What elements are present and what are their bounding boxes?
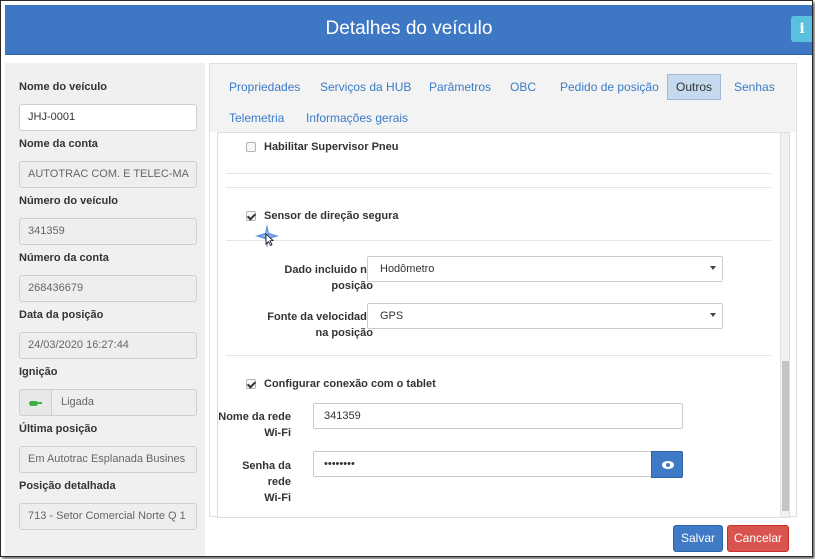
tab-obc[interactable]: OBC [510,80,536,94]
nome-rede-label: Nome da rede Wi-Fi [218,411,291,439]
tab-senhas[interactable]: Senhas [734,80,775,94]
field-label: Número da conta [19,252,109,264]
dialog-window: Detalhes do veículo i Nome do veículo JH… [0,0,813,557]
account-name-value: AUTOTRAC COM. E TELEC-MA [19,161,197,188]
sensor-direcao-checkbox[interactable] [246,211,256,221]
field-label: Posição detalhada [19,480,116,492]
scroll-thumb[interactable] [782,361,789,511]
divider [226,187,771,188]
account-number-value: 268436679 [19,275,197,302]
info-icon[interactable]: i [791,16,812,42]
senha-rede-label: Senha da rede Wi-Fi [242,460,291,504]
field-label: Número do veículo [19,195,119,207]
field-vehicle-name: Nome do veículo JHJ-0001 [19,81,197,131]
last-position-value: Em Autotrac Esplanada Busines [19,446,197,473]
caret-down-icon [710,266,716,270]
key-icon [19,389,51,416]
mouse-cursor-icon [255,224,279,248]
supervisor-pneu-row[interactable]: Habilitar Supervisor Pneu [246,141,398,153]
vehicle-summary-panel: Nome do veículo JHJ-0001 Nome da conta A… [5,63,205,556]
save-button[interactable]: Salvar [673,525,723,552]
field-label: Ignição [19,366,58,378]
vehicle-name-input[interactable]: JHJ-0001 [19,104,197,131]
field-label: Última posição [19,423,98,435]
tab-parametros[interactable]: Parâmetros [429,80,491,94]
outros-tab-content: Habilitar Supervisor Pneu Sensor de dire… [217,132,790,518]
fonte-velocidade-select[interactable]: GPS [367,303,723,329]
supervisor-pneu-checkbox[interactable] [246,142,256,152]
tab-pedido-posicao[interactable]: Pedido de posição [560,80,659,94]
field-account-number: Número da conta 268436679 [19,252,197,302]
field-label: Nome da conta [19,138,98,150]
dialog-header: Detalhes do veículo i [5,5,812,55]
field-label: Nome do veículo [19,81,108,93]
field-label: Data da posição [19,309,104,321]
ignition-group: Ligada [19,389,197,416]
senha-rede-input[interactable]: •••••••• [313,451,652,477]
nome-rede-input[interactable]: 341359 [313,403,683,429]
ignition-value: Ligada [51,389,197,416]
tab-propriedades[interactable]: Propriedades [229,80,300,94]
conexao-tablet-label: Configurar conexão com o tablet [264,378,436,390]
field-position-date: Data da posição 24/03/2020 16:27:44 [19,309,197,359]
caret-down-icon [710,313,716,317]
detailed-position-value: 713 - Setor Comercial Norte Q 1 [19,503,197,530]
cancel-button[interactable]: Cancelar [727,525,789,552]
position-date-value: 24/03/2020 16:27:44 [19,332,197,359]
tab-outros[interactable]: Outros [667,74,722,100]
tab-bar: Propriedades Serviços da HUB Parâmetros … [210,64,796,132]
field-vehicle-number: Número do veículo 341359 [19,195,197,245]
tab-informacoes-gerais[interactable]: Informações gerais [306,111,408,125]
content-scrollbar[interactable] [780,133,789,517]
divider [226,240,771,241]
dialog-title: Detalhes do veículo [325,18,493,39]
dado-incluido-select[interactable]: Hodômetro [367,256,723,282]
sensor-direcao-row[interactable]: Sensor de direção segura [246,210,399,222]
field-ignition: Ignição Ligada [19,366,197,416]
fonte-velocidade-label: Fonte da velocidade na posição [267,311,373,339]
conexao-tablet-checkbox[interactable] [246,379,256,389]
sensor-direcao-label: Sensor de direção segura [264,210,399,222]
tab-servicos-hub[interactable]: Serviços da HUB [320,80,411,94]
field-account-name: Nome da conta AUTOTRAC COM. E TELEC-MA [19,138,197,188]
divider [226,173,771,174]
tab-telemetria[interactable]: Telemetria [229,111,284,125]
field-last-position: Última posição Em Autotrac Esplanada Bus… [19,423,197,473]
supervisor-pneu-label: Habilitar Supervisor Pneu [264,141,399,153]
vehicle-number-value: 341359 [19,218,197,245]
conexao-tablet-row[interactable]: Configurar conexão com o tablet [246,378,436,390]
divider [226,355,771,356]
field-detailed-position: Posição detalhada 713 - Setor Comercial … [19,480,197,530]
details-tabs-panel: Propriedades Serviços da HUB Parâmetros … [209,63,797,518]
show-password-button[interactable] [651,451,683,478]
dado-incluido-label: Dado incluido na posição [284,264,373,292]
